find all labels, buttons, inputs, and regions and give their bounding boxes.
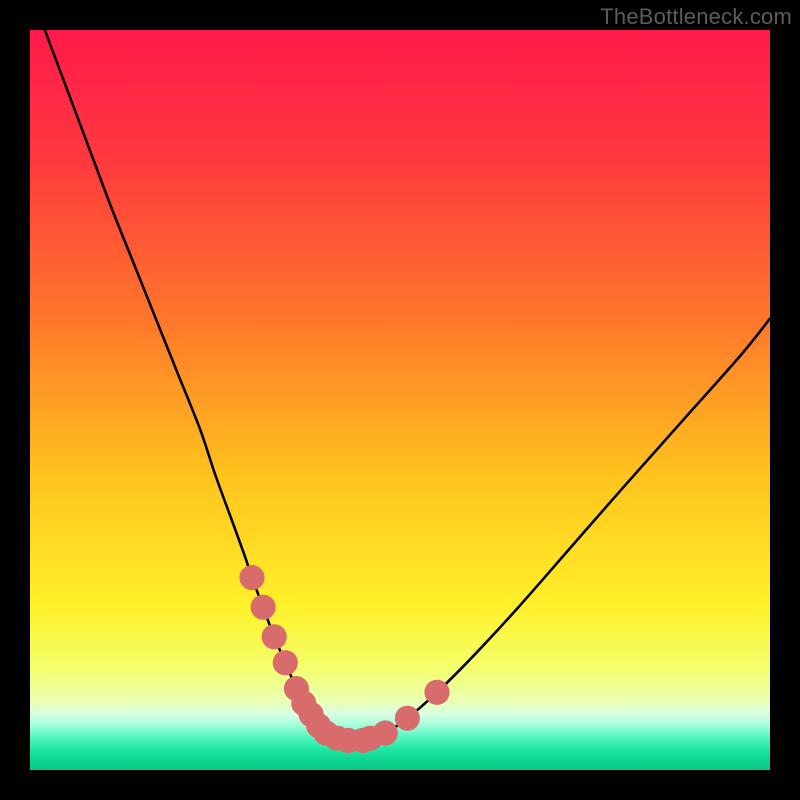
- highlight-marker: [273, 650, 298, 675]
- plot-area: [30, 30, 770, 770]
- highlight-markers: [239, 565, 449, 753]
- chart-curve: [30, 30, 770, 770]
- highlight-marker: [239, 565, 264, 590]
- watermark-text: TheBottleneck.com: [600, 4, 792, 30]
- curve-path: [45, 30, 770, 741]
- highlight-marker: [251, 595, 276, 620]
- highlight-marker: [395, 706, 420, 731]
- highlight-marker: [424, 680, 449, 705]
- outer-frame: TheBottleneck.com: [0, 0, 800, 800]
- highlight-marker: [373, 720, 398, 745]
- highlight-marker: [262, 624, 287, 649]
